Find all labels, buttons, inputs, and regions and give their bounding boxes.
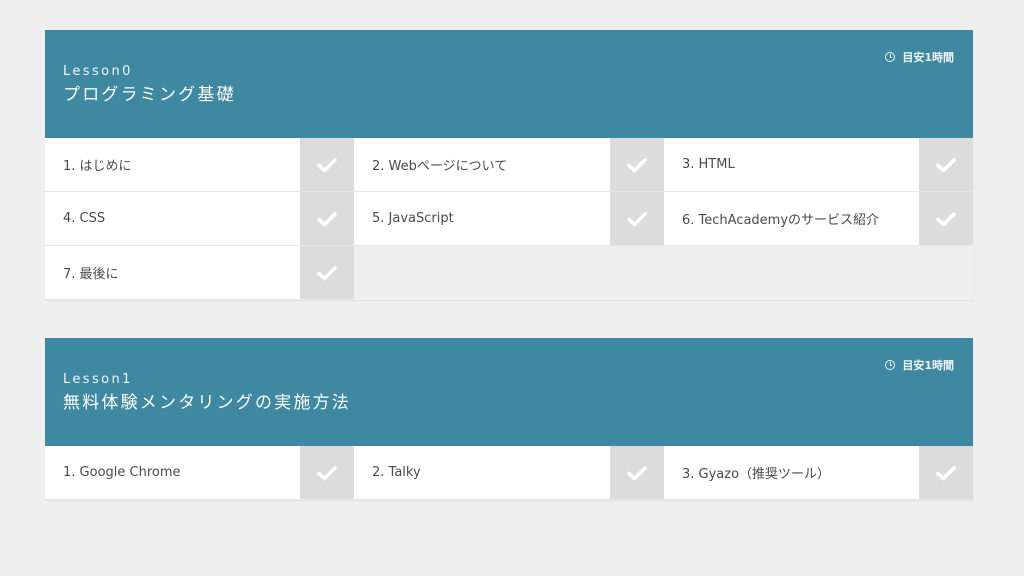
lesson-card-1: Lesson1 無料体験メンタリングの実施方法 目安1時間 1. Google … bbox=[45, 338, 973, 500]
check-icon bbox=[936, 157, 956, 172]
check-icon bbox=[317, 465, 337, 480]
clock-icon bbox=[885, 52, 896, 62]
lesson-header[interactable]: Lesson0 プログラミング基礎 目安1時間 bbox=[45, 30, 973, 138]
chapter-label: 6. TechAcademyのサービス紹介 bbox=[664, 192, 919, 245]
completed-status bbox=[610, 446, 664, 499]
chapter-item[interactable]: 5. JavaScript bbox=[354, 192, 664, 246]
check-icon bbox=[317, 211, 337, 226]
lesson-number: Lesson1 bbox=[63, 372, 133, 387]
chapter-item[interactable]: 2. Talky bbox=[354, 446, 664, 500]
chapter-label: 1. Google Chrome bbox=[45, 446, 300, 499]
completed-status bbox=[919, 138, 973, 191]
check-icon bbox=[627, 211, 647, 226]
chapter-item[interactable]: 7. 最後に bbox=[45, 246, 354, 300]
chapter-item[interactable]: 3. HTML bbox=[664, 138, 973, 192]
chapter-item[interactable]: 1. Google Chrome bbox=[45, 446, 354, 500]
lesson-title: 無料体験メンタリングの実施方法 bbox=[63, 393, 351, 413]
chapter-list: 1. Google Chrome 2. Talky 3. Gyazo（推奨ツール… bbox=[45, 446, 973, 500]
duration-text: 目安1時間 bbox=[902, 51, 954, 64]
chapter-label: 5. JavaScript bbox=[354, 192, 610, 245]
clock-icon bbox=[885, 360, 896, 370]
chapter-label: 2. Webページについて bbox=[354, 138, 610, 191]
duration-text: 目安1時間 bbox=[902, 359, 954, 372]
lesson-number: Lesson0 bbox=[63, 64, 133, 79]
completed-status bbox=[300, 246, 354, 299]
chapter-list: 1. はじめに 2. Webページについて 3. HTML 4. CSS 5. … bbox=[45, 138, 973, 300]
chapter-label: 3. Gyazo（推奨ツール） bbox=[664, 446, 919, 499]
completed-status bbox=[610, 192, 664, 245]
check-icon bbox=[627, 465, 647, 480]
chapter-label: 7. 最後に bbox=[45, 246, 300, 299]
completed-status bbox=[919, 446, 973, 499]
chapter-item[interactable]: 6. TechAcademyのサービス紹介 bbox=[664, 192, 973, 246]
check-icon bbox=[936, 465, 956, 480]
lesson-duration: 目安1時間 bbox=[885, 49, 954, 65]
chapter-item[interactable]: 3. Gyazo（推奨ツール） bbox=[664, 446, 973, 500]
chapter-label: 4. CSS bbox=[45, 192, 300, 245]
check-icon bbox=[627, 157, 647, 172]
chapter-item[interactable]: 4. CSS bbox=[45, 192, 354, 246]
chapter-label: 3. HTML bbox=[664, 138, 919, 191]
lesson-card-0: Lesson0 プログラミング基礎 目安1時間 1. はじめに 2. Webペー… bbox=[45, 30, 973, 300]
chapter-label: 2. Talky bbox=[354, 446, 610, 499]
completed-status bbox=[300, 446, 354, 499]
chapter-item[interactable]: 1. はじめに bbox=[45, 138, 354, 192]
lesson-header[interactable]: Lesson1 無料体験メンタリングの実施方法 目安1時間 bbox=[45, 338, 973, 446]
chapter-label: 1. はじめに bbox=[45, 138, 300, 191]
check-icon bbox=[317, 157, 337, 172]
completed-status bbox=[300, 192, 354, 245]
completed-status bbox=[300, 138, 354, 191]
lesson-duration: 目安1時間 bbox=[885, 357, 954, 373]
completed-status bbox=[610, 138, 664, 191]
check-icon bbox=[317, 265, 337, 280]
lesson-title: プログラミング基礎 bbox=[63, 85, 236, 105]
chapter-item[interactable]: 2. Webページについて bbox=[354, 138, 664, 192]
completed-status bbox=[919, 192, 973, 245]
check-icon bbox=[936, 211, 956, 226]
